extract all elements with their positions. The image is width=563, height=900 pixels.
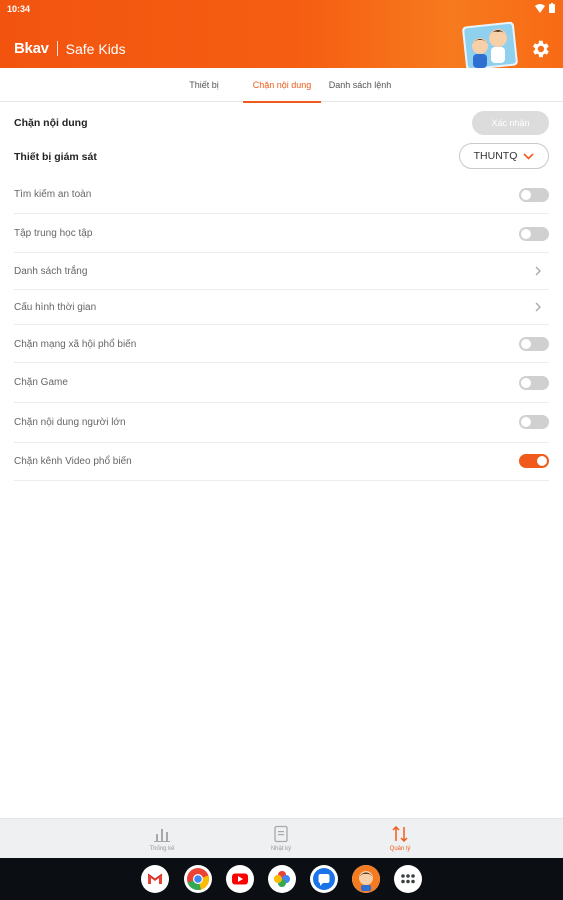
wifi-icon [535, 3, 545, 13]
setting-label: Tập trung học tập [14, 228, 93, 239]
nav-journal[interactable]: Nhật ký [241, 819, 321, 859]
brand-logo: Bkav [14, 40, 49, 57]
battery-icon [549, 3, 555, 13]
device-select[interactable]: THUNTQ [459, 143, 549, 169]
toggle-knob [521, 339, 531, 349]
device-select-value: THUNTQ [473, 150, 518, 162]
settings-gear-icon[interactable] [529, 38, 551, 60]
bottom-navigation: Thống kê Nhật ký Quản lý [0, 818, 563, 858]
kids-illustration [462, 21, 518, 68]
safe-kids-icon[interactable] [352, 865, 380, 893]
block-social-toggle[interactable] [519, 337, 549, 351]
toggle-knob [537, 456, 547, 466]
setting-whitelist[interactable]: Danh sách trắng [14, 253, 549, 290]
tab-danh-sach-lenh[interactable]: Danh sách lệnh [324, 68, 396, 102]
setting-label: Tìm kiếm an toàn [14, 189, 92, 200]
tab-chan-noi-dung[interactable]: Chặn nội dung [243, 68, 321, 103]
nav-statistics[interactable]: Thống kê [122, 819, 202, 859]
status-icons [535, 3, 555, 13]
nav-label: Thống kê [149, 846, 175, 852]
toggle-knob [521, 378, 531, 388]
bar-chart-icon [154, 829, 170, 842]
tab-label: Thiết bị [189, 80, 219, 90]
setting-study-focus: Tập trung học tập [14, 214, 549, 253]
active-tab-indicator [243, 101, 321, 103]
setting-block-game: Chặn Game [14, 363, 549, 403]
safe-search-toggle[interactable] [519, 188, 549, 202]
nav-label: Nhật ký [270, 846, 292, 852]
brand: Bkav Safe Kids [14, 40, 126, 57]
tab-label: Danh sách lệnh [328, 80, 392, 90]
block-game-toggle[interactable] [519, 376, 549, 390]
section-title: Chặn nội dung [14, 117, 88, 129]
setting-safe-search: Tìm kiếm an toàn [14, 177, 549, 214]
photos-icon[interactable] [268, 865, 296, 893]
app-header: 10:34 Bkav Safe Kids [0, 0, 563, 68]
nav-label: Quản lý [389, 846, 411, 852]
tab-bar: Thiết bị Chặn nội dung Danh sách lệnh [0, 68, 563, 103]
block-adult-toggle[interactable] [519, 415, 549, 429]
tab-label: Chặn nội dung [252, 80, 312, 90]
status-time: 10:34 [7, 4, 31, 14]
setting-time-config[interactable]: Cấu hình thời gian [14, 290, 549, 325]
nav-manage[interactable]: Quản lý [360, 819, 440, 859]
confirm-button[interactable]: Xác nhận [472, 111, 549, 135]
setting-label: Chặn Game [14, 377, 68, 388]
messages-icon[interactable] [310, 865, 338, 893]
youtube-icon[interactable] [226, 865, 254, 893]
chevron-right-icon [535, 266, 541, 276]
status-bar: 10:34 [0, 0, 563, 18]
gmail-icon[interactable] [141, 865, 169, 893]
study-focus-toggle[interactable] [519, 227, 549, 241]
setting-block-video: Chặn kênh Video phổ biến [14, 443, 549, 481]
setting-label: Chặn kênh Video phổ biến [14, 456, 132, 467]
app-drawer-icon[interactable] [394, 865, 422, 893]
toggle-knob [521, 229, 531, 239]
setting-label: Cấu hình thời gian [14, 302, 97, 313]
block-video-toggle[interactable] [519, 454, 549, 468]
setting-label: Chặn nội dung người lớn [14, 417, 126, 428]
setting-label: Chặn mạng xã hội phổ biến [14, 339, 137, 350]
setting-block-adult: Chặn nội dung người lớn [14, 403, 549, 443]
toggle-knob [521, 190, 531, 200]
app-title: Safe Kids [65, 40, 126, 57]
chevron-right-icon [535, 302, 541, 312]
setting-block-social: Chặn mạng xã hội phổ biến [14, 325, 549, 363]
chrome-icon[interactable] [184, 865, 212, 893]
sliders-icon [392, 825, 408, 843]
brand-divider [56, 41, 58, 56]
journal-icon [274, 825, 288, 843]
toggle-knob [521, 417, 531, 427]
tab-thiet-bi[interactable]: Thiết bị [172, 68, 236, 102]
system-dock [0, 858, 563, 900]
chevron-down-icon [523, 152, 534, 160]
setting-label: Danh sách trắng [14, 266, 88, 277]
monitored-device-label: Thiết bị giám sát [14, 151, 97, 163]
